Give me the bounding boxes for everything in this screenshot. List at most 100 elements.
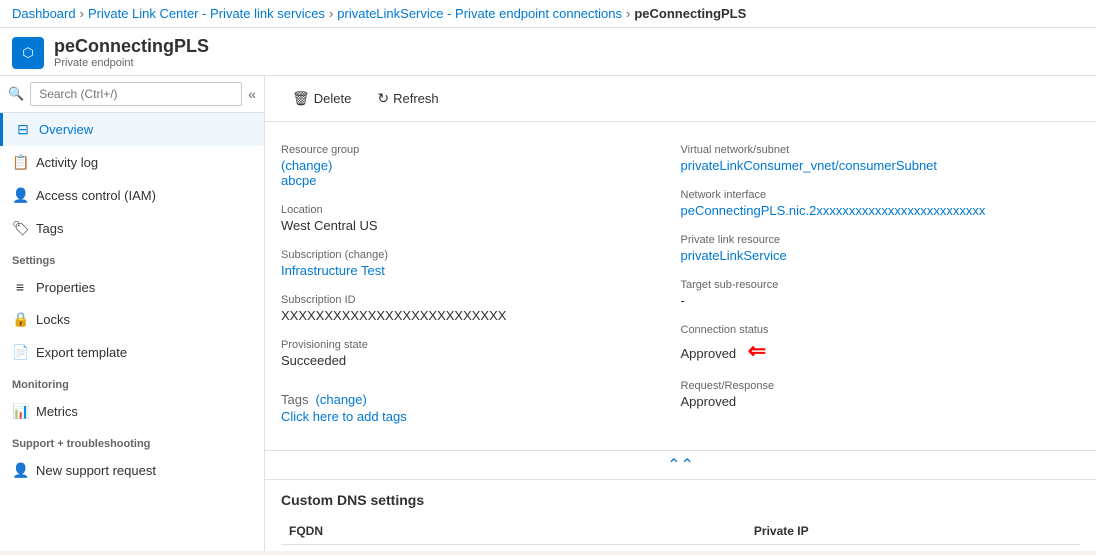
red-arrow-annotation: ⇐ <box>748 338 766 364</box>
sidebar-item-access-control[interactable]: 👤 Access control (IAM) <box>0 179 264 212</box>
sidebar-item-export-template[interactable]: 📄 Export template <box>0 336 264 369</box>
resource-group-value: (change) abcpe <box>281 158 665 188</box>
dns-table: FQDN Private IP Not applicable10.0.3.5 <box>281 518 1080 551</box>
resource-group-change-link[interactable]: (change) <box>281 158 332 173</box>
breadcrumb: Dashboard › Private Link Center - Privat… <box>0 0 1096 28</box>
main-layout: 🔍 « ⊟ Overview 📋 Activity log 👤 Access c… <box>0 76 1096 551</box>
fqdn-col-header: FQDN <box>281 518 746 545</box>
breadcrumb-dashboard[interactable]: Dashboard <box>12 6 76 21</box>
tags-add-link[interactable]: Click here to add tags <box>281 409 407 424</box>
sidebar-item-locks[interactable]: 🔒 Locks <box>0 303 264 336</box>
detail-right-column: Virtual network/subnet privateLinkConsum… <box>681 138 1081 434</box>
sidebar-item-overview-label: Overview <box>39 122 93 137</box>
resource-header: ⬡ peConnectingPLS Private endpoint <box>0 28 1096 76</box>
resource-icon-symbol: ⬡ <box>22 45 33 61</box>
dns-table-header-row: FQDN Private IP <box>281 518 1080 545</box>
target-value: - <box>681 293 1065 308</box>
delete-icon: 🗑 <box>292 90 310 107</box>
sidebar-item-activity-log-label: Activity log <box>36 155 98 170</box>
vnet-value: privateLinkConsumer_vnet/consumerSubnet <box>681 158 1065 173</box>
tags-change-link[interactable]: (change) <box>316 392 367 407</box>
conn-status-value: Approved ⇐ <box>681 338 1065 364</box>
refresh-icon: ↻ <box>377 90 389 107</box>
subscription-id-label: Subscription ID <box>281 294 665 306</box>
search-icon: 🔍 <box>8 86 24 102</box>
sidebar-item-locks-label: Locks <box>36 312 70 327</box>
nic-link[interactable]: peConnectingPLS.nic.2xxxxxxxxxxxxxxxxxxx… <box>681 203 986 218</box>
export-icon: 📄 <box>12 344 28 361</box>
toolbar: 🗑 Delete ↻ Refresh <box>265 76 1096 122</box>
breadcrumb-current: peConnectingPLS <box>634 6 746 21</box>
tags-value: Click here to add tags <box>281 409 665 424</box>
provisioning-label: Provisioning state <box>281 339 665 351</box>
resource-group-name-link[interactable]: abcpe <box>281 173 316 188</box>
collapse-sidebar-button[interactable]: « <box>248 86 256 102</box>
plr-label: Private link resource <box>681 234 1065 246</box>
delete-label: Delete <box>314 91 352 106</box>
details-grid: Resource group (change) abcpe Location W… <box>265 122 1096 450</box>
vnet-link[interactable]: privateLinkConsumer_vnet/consumerSubnet <box>681 158 938 173</box>
tags-label: Tags (change) <box>281 392 665 407</box>
breadcrumb-private-endpoint[interactable]: privateLinkService - Private endpoint co… <box>337 6 622 21</box>
support-icon: 👤 <box>12 462 28 479</box>
sidebar-item-new-support[interactable]: 👤 New support request <box>0 454 264 487</box>
sidebar-item-metrics[interactable]: 📊 Metrics <box>0 395 264 428</box>
support-section-title: Support + troubleshooting <box>0 428 264 454</box>
tags-icon: 🏷 <box>12 220 28 237</box>
provisioning-value: Succeeded <box>281 353 665 368</box>
sidebar-item-tags[interactable]: 🏷 Tags <box>0 212 264 245</box>
subscription-link[interactable]: Infrastructure Test <box>281 263 385 278</box>
fqdn-cell: Not applicable <box>281 545 746 552</box>
location-value: West Central US <box>281 218 665 233</box>
plr-link[interactable]: privateLinkService <box>681 248 787 263</box>
sidebar-item-metrics-label: Metrics <box>36 404 78 419</box>
resource-name: peConnectingPLS <box>54 36 209 57</box>
vnet-label: Virtual network/subnet <box>681 144 1065 156</box>
activity-log-icon: 📋 <box>12 154 28 171</box>
sidebar-item-access-control-label: Access control (IAM) <box>36 188 156 203</box>
resource-group-label: Resource group <box>281 144 665 156</box>
sidebar-item-overview[interactable]: ⊟ Overview <box>0 113 264 146</box>
content-area: 🗑 Delete ↻ Refresh Resource group (chang… <box>265 76 1096 551</box>
search-box: 🔍 « <box>0 76 264 113</box>
dns-section: Custom DNS settings FQDN Private IP Not … <box>265 480 1096 551</box>
monitoring-section-title: Monitoring <box>0 369 264 395</box>
refresh-button[interactable]: ↻ Refresh <box>366 84 449 113</box>
target-label: Target sub-resource <box>681 279 1065 291</box>
overview-icon: ⊟ <box>15 121 31 138</box>
subscription-value: Infrastructure Test <box>281 263 665 278</box>
conn-status-label: Connection status <box>681 324 1065 336</box>
subscription-id-value: XXXXXXXXXXXXXXXXXXXXXXXXXX <box>281 308 665 323</box>
metrics-icon: 📊 <box>12 403 28 420</box>
resource-type: Private endpoint <box>54 57 209 69</box>
dns-section-title: Custom DNS settings <box>281 492 1080 508</box>
sidebar-item-tags-label: Tags <box>36 221 63 236</box>
settings-section-title: Settings <box>0 245 264 271</box>
plr-value: privateLinkService <box>681 248 1065 263</box>
sidebar-item-properties-label: Properties <box>36 280 95 295</box>
search-input[interactable] <box>30 82 242 106</box>
subscription-label: Subscription (change) <box>281 249 665 261</box>
table-row: Not applicable10.0.3.5 <box>281 545 1080 552</box>
resource-title: peConnectingPLS Private endpoint <box>54 36 209 69</box>
resource-icon: ⬡ <box>12 37 44 69</box>
collapse-section-button[interactable]: ⌃⌃ <box>265 450 1096 480</box>
nic-label: Network interface <box>681 189 1065 201</box>
private-ip-cell: 10.0.3.5 <box>746 545 1080 552</box>
sidebar: 🔍 « ⊟ Overview 📋 Activity log 👤 Access c… <box>0 76 265 551</box>
locks-icon: 🔒 <box>12 311 28 328</box>
location-label: Location <box>281 204 665 216</box>
sidebar-item-support-label: New support request <box>36 463 156 478</box>
sidebar-item-properties[interactable]: ≡ Properties <box>0 271 264 303</box>
access-control-icon: 👤 <box>12 187 28 204</box>
delete-button[interactable]: 🗑 Delete <box>281 84 362 113</box>
properties-icon: ≡ <box>12 279 28 295</box>
refresh-label: Refresh <box>393 91 439 106</box>
req-resp-label: Request/Response <box>681 380 1065 392</box>
sidebar-item-export-label: Export template <box>36 345 127 360</box>
sidebar-item-activity-log[interactable]: 📋 Activity log <box>0 146 264 179</box>
nic-value: peConnectingPLS.nic.2xxxxxxxxxxxxxxxxxxx… <box>681 203 1065 218</box>
req-resp-value: Approved <box>681 394 1065 409</box>
private-ip-col-header: Private IP <box>746 518 1080 545</box>
breadcrumb-private-link[interactable]: Private Link Center - Private link servi… <box>88 6 325 21</box>
